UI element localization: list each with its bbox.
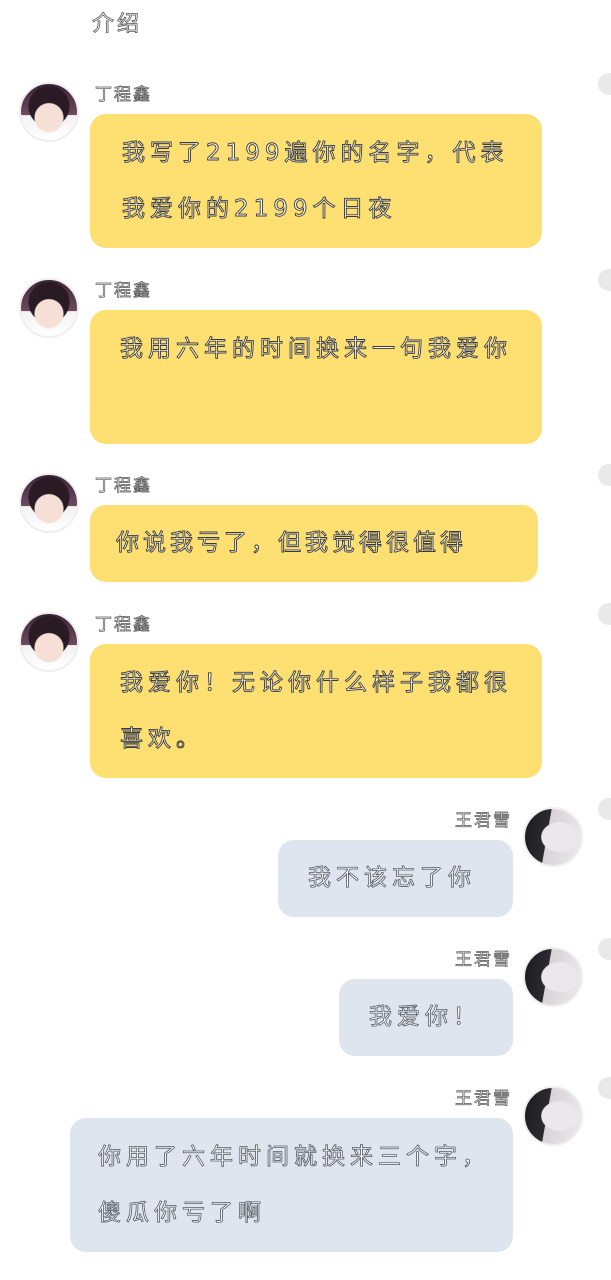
scroll-indicators bbox=[598, 0, 611, 1280]
avatar[interactable] bbox=[523, 807, 583, 867]
message-bubble[interactable]: 我不该忘了你 bbox=[278, 840, 513, 917]
scroll-dot bbox=[598, 73, 611, 95]
scroll-dot bbox=[598, 603, 611, 625]
message-bubble[interactable]: 我写了2199遍你的名字，代表我爱你的2199个日夜 bbox=[90, 114, 542, 248]
message-bubble[interactable]: 我用六年的时间换来一句我爱你 bbox=[90, 310, 542, 444]
message-bubble[interactable]: 你说我亏了，但我觉得很值得 bbox=[90, 505, 538, 582]
scroll-dot bbox=[598, 798, 611, 820]
avatar[interactable] bbox=[19, 278, 79, 338]
sender-name: 丁程鑫 bbox=[95, 476, 152, 497]
avatar[interactable] bbox=[19, 82, 79, 142]
message-bubble[interactable]: 我爱你！无论你什么样子我都很喜欢。 bbox=[90, 644, 542, 778]
avatar[interactable] bbox=[523, 1086, 583, 1146]
scroll-dot bbox=[598, 464, 611, 486]
sender-name: 王君雪 bbox=[455, 1089, 512, 1110]
scroll-dot bbox=[598, 938, 611, 960]
sender-name: 丁程鑫 bbox=[95, 85, 152, 106]
sender-name: 王君雪 bbox=[455, 950, 512, 971]
avatar[interactable] bbox=[19, 612, 79, 672]
sender-name: 丁程鑫 bbox=[95, 615, 152, 636]
message-bubble[interactable]: 你用了六年时间就换来三个字，傻瓜你亏了啊 bbox=[70, 1118, 513, 1252]
top-text: 介绍 bbox=[92, 12, 143, 38]
scroll-dot bbox=[598, 1077, 611, 1099]
sender-name: 王君雪 bbox=[455, 811, 512, 832]
message-bubble[interactable]: 我爱你！ bbox=[339, 979, 513, 1056]
sender-name: 丁程鑫 bbox=[95, 281, 152, 302]
avatar[interactable] bbox=[19, 473, 79, 533]
avatar[interactable] bbox=[523, 947, 583, 1007]
scroll-dot bbox=[598, 269, 611, 291]
